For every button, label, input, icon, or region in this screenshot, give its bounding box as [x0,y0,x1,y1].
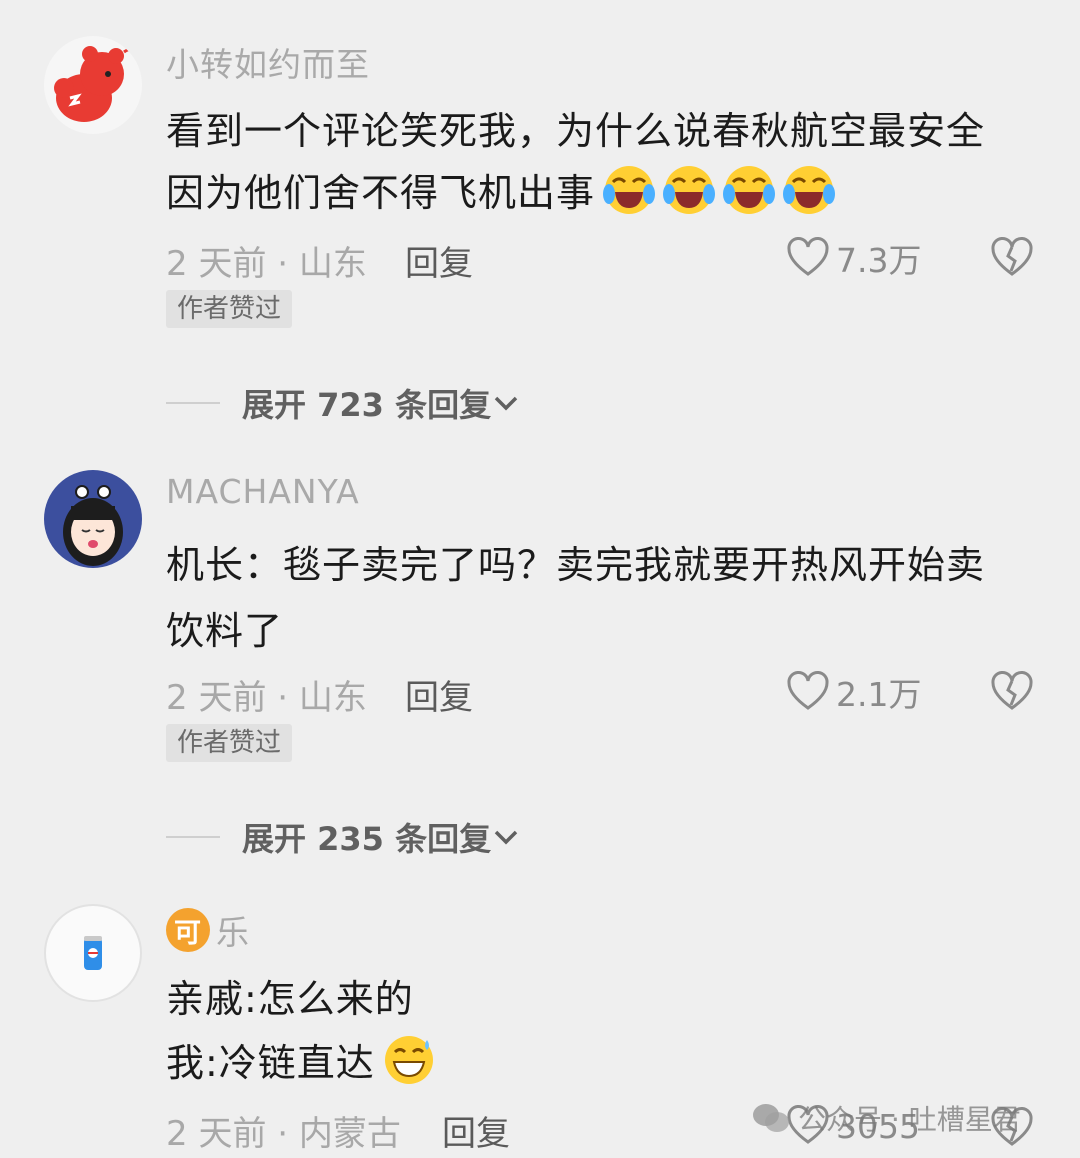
comment-meta: 2 天前 · 山东 [166,244,367,284]
watermark-text: 公众号 · 吐槽星君 [798,1103,1021,1136]
comment-text: 因为他们舍不得飞机出事 [166,171,596,215]
expand-replies-label: 展开 723 条回复 [242,386,492,424]
expand-replies-button[interactable]: 展开 723 条回复 [166,380,521,426]
username[interactable]: 可 乐 [166,906,250,954]
heart-outline-icon [787,237,829,276]
like-button[interactable]: 7.3万 [786,234,921,282]
username[interactable]: 小转如约而至 [166,38,370,86]
laughing-crying-emoji-icon [663,165,716,214]
laughing-crying-emoji-icon [723,165,776,214]
comment-text-line: 因为他们舍不得飞机出事 [166,162,836,217]
watermark: 公众号 · 吐槽星君 [752,1098,1021,1138]
chevron-down-icon [494,830,518,845]
cola-can-avatar-icon [84,936,102,970]
username-text: 乐 [216,913,250,952]
username[interactable]: MACHANYA [166,472,360,511]
like-count: 7.3万 [836,241,922,280]
comment-list: 小转如约而至 看到一个评论笑死我，为什么说春秋航空最安全 因为他们舍不得飞机出事… [0,0,1080,1158]
laughing-crying-emoji-icon [603,165,656,214]
comment-text-line: 亲戚:怎么来的 [166,977,414,1021]
cartoon-girl-avatar-icon [44,470,142,568]
comment-text-line: 机长：毯子卖完了吗？卖完我就要开热风开始卖 [166,543,986,587]
like-button[interactable]: 2.1万 [786,668,921,716]
comment-text: 我:冷链直达 [166,1041,375,1085]
sweat-grin-emoji-icon [384,1035,433,1084]
comment-text-line: 我:冷链直达 [166,1032,435,1087]
comment-text-line: 饮料了 [166,609,284,653]
expand-replies-button[interactable]: 展开 235 条回复 [166,814,521,860]
reply-button[interactable]: 回复 [405,236,473,285]
laughing-crying-emoji-icon [783,165,836,214]
broken-heart-icon[interactable] [990,236,1034,280]
divider [166,402,220,404]
like-count: 2.1万 [836,675,922,714]
reply-button[interactable]: 回复 [442,1106,510,1155]
avatar[interactable] [44,904,142,1002]
wechat-icon [753,1104,789,1132]
author-liked-badge: 作者赞过 [166,290,293,328]
red-bear-avatar-icon [44,36,142,134]
username-prefix-badge: 可 [166,908,210,952]
chevron-down-icon [494,396,518,411]
avatar[interactable] [44,36,142,134]
comment-text-line: 看到一个评论笑死我，为什么说春秋航空最安全 [166,109,986,153]
avatar[interactable] [44,470,142,568]
expand-replies-label: 展开 235 条回复 [242,820,492,858]
comment-meta: 2 天前 · 山东 [166,678,367,718]
heart-outline-icon [787,671,829,710]
comment-meta: 2 天前 · 内蒙古 [166,1114,401,1154]
broken-heart-icon[interactable] [990,670,1034,714]
author-liked-badge: 作者赞过 [166,724,293,762]
reply-button[interactable]: 回复 [405,670,473,719]
divider [166,836,220,838]
